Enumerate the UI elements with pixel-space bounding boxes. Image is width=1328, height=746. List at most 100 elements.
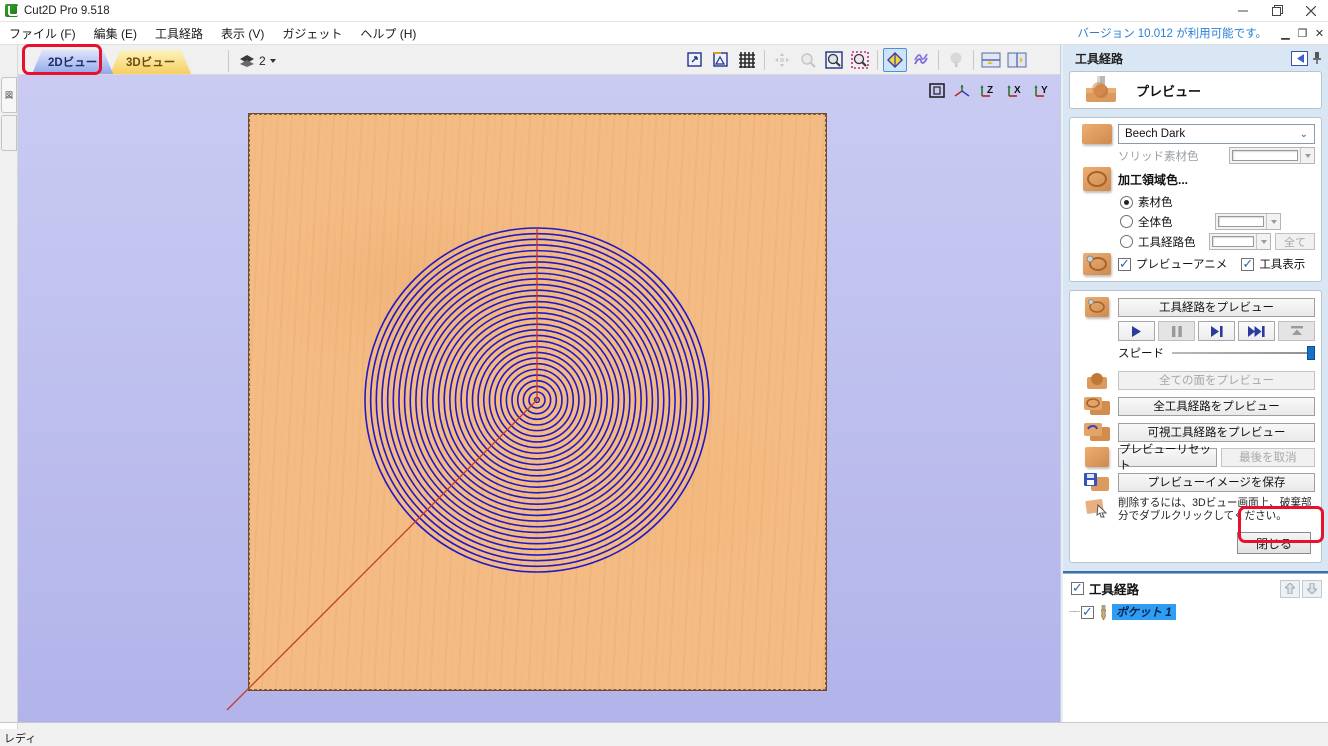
toolbar-separator [877, 50, 878, 70]
zoom-selected-icon[interactable] [848, 48, 872, 72]
app-logo-icon [5, 4, 18, 17]
left-panel-strip: 図 [0, 45, 18, 722]
toolpath-list-checkbox[interactable] [1071, 582, 1084, 595]
speed-slider-handle[interactable] [1307, 346, 1315, 360]
chevron-down-icon [1305, 154, 1311, 158]
view-x-icon[interactable]: X [1005, 83, 1027, 99]
global-color-dropdown[interactable] [1215, 213, 1281, 230]
play-button[interactable] [1118, 321, 1155, 341]
minimize-button[interactable] [1226, 0, 1260, 21]
move-down-button[interactable] [1302, 580, 1322, 598]
speed-slider[interactable] [1172, 352, 1315, 354]
panel-title: 工具経路 [1075, 50, 1123, 67]
preview-all-toolpaths-icon [1082, 395, 1112, 417]
close-window-button[interactable] [1294, 0, 1328, 21]
checkbox-show-tool-label[interactable]: 工具表示 [1259, 256, 1305, 272]
radio-material-color-label[interactable]: 素材色 [1138, 194, 1173, 210]
undo-last-button[interactable]: 最後を取消 [1221, 448, 1315, 467]
menu-gadgets[interactable]: ガジェット [273, 22, 351, 44]
delete-hint-icon [1084, 497, 1110, 519]
zoom-extents-icon[interactable] [683, 48, 707, 72]
main-toolbar [683, 47, 1029, 73]
toolpath-color-dropdown[interactable] [1209, 233, 1271, 250]
preview-title-card: プレビュー [1069, 71, 1322, 109]
material-select[interactable]: Beech Dark ⌄ [1118, 124, 1315, 144]
split-view-vertical-icon[interactable] [1005, 48, 1029, 72]
solid-color-dropdown[interactable] [1229, 147, 1315, 164]
radio-toolpath-color[interactable] [1120, 235, 1133, 248]
preview-all-sides-icon [1084, 369, 1110, 391]
version-update-link[interactable]: バージョン 10.012 が利用可能です。 [1077, 25, 1267, 41]
preview-toolpath-button[interactable]: 工具経路をプレビュー [1118, 298, 1315, 317]
checkbox-preview-anim-label[interactable]: プレビューアニメ [1136, 256, 1227, 272]
checkbox-show-tool[interactable] [1241, 258, 1254, 271]
svg-text:Z: Z [987, 85, 993, 96]
close-button[interactable]: 閉じる [1237, 532, 1311, 554]
move-up-button[interactable] [1280, 580, 1300, 598]
view-orientation-bar: Z X Y [928, 83, 1054, 99]
menu-file[interactable]: ファイル (F) [0, 22, 85, 44]
pan-icon[interactable] [770, 48, 794, 72]
toolbar-separator [938, 50, 939, 70]
ballnose-tool-icon [1084, 76, 1118, 104]
pause-button[interactable] [1158, 321, 1195, 341]
toolbar-separator [973, 50, 974, 70]
end-mill-icon [1099, 605, 1108, 620]
mdi-minimize-icon[interactable]: ▁ [1277, 27, 1294, 40]
layers-count: 2 [259, 54, 266, 68]
toolpath-list-item[interactable]: ┄┄ ポケット 1 [1063, 602, 1328, 622]
preview-visible-toolpaths-icon [1082, 421, 1112, 443]
reset-preview-button[interactable]: プレビューリセット [1118, 448, 1217, 467]
zoom-box-icon[interactable] [822, 48, 846, 72]
restore-button[interactable] [1260, 0, 1294, 21]
auto-hide-icon[interactable] [1291, 51, 1308, 66]
run-to-end-button[interactable] [1278, 321, 1315, 341]
mdi-restore-icon[interactable]: ❐ [1294, 27, 1311, 40]
chevron-down-icon: ⌄ [1300, 129, 1308, 140]
2d-view-canvas[interactable]: Z X Y [18, 75, 1060, 722]
mdi-close-icon[interactable]: ✕ [1311, 27, 1328, 40]
toolbar-separator [764, 50, 765, 70]
toolpath-item-label[interactable]: ポケット 1 [1112, 604, 1176, 620]
split-view-horizontal-icon[interactable] [979, 48, 1003, 72]
view-y-icon[interactable]: Y [1032, 83, 1054, 99]
checkbox-preview-anim[interactable] [1118, 258, 1131, 271]
solid-color-label: ソリッド素材色 [1118, 148, 1199, 164]
toolpath-drawing-mode-icon[interactable] [909, 48, 933, 72]
tab-3d-view[interactable]: 3Dビュー [110, 50, 191, 74]
menu-toolpaths[interactable]: 工具経路 [146, 22, 212, 44]
step-forward-button[interactable] [1198, 321, 1235, 341]
preview-visible-toolpaths-button[interactable]: 可視工具経路をプレビュー [1118, 423, 1315, 442]
toolpaths-panel: 工具経路 プレビュー Beech Dark ⌄ ソリッド素材色 [1063, 45, 1328, 722]
menu-help[interactable]: ヘルプ (H) [351, 22, 425, 44]
menu-view[interactable]: 表示 (V) [212, 22, 273, 44]
radio-global-color-label[interactable]: 全体色 [1138, 214, 1173, 230]
toolpath-item-checkbox[interactable] [1081, 606, 1094, 619]
collapsed-panel-tab[interactable] [1, 115, 17, 151]
toggle-toolpath-visibility-icon[interactable] [883, 48, 907, 72]
collapsed-panel-tab[interactable]: 図 [1, 77, 17, 113]
status-notch [0, 723, 18, 729]
view-z-icon[interactable]: Z [978, 83, 1000, 99]
pin-icon[interactable] [1312, 51, 1322, 65]
solid-preview-icon[interactable] [944, 48, 968, 72]
radio-global-color[interactable] [1120, 215, 1133, 228]
save-preview-image-button[interactable]: プレビューイメージを保存 [1118, 473, 1315, 492]
radio-toolpath-color-label[interactable]: 工具経路色 [1138, 234, 1196, 250]
view-iso-icon[interactable] [951, 83, 973, 99]
layers-dropdown[interactable]: 2 [228, 50, 276, 72]
save-preview-image-icon [1083, 471, 1111, 493]
fast-forward-button[interactable] [1238, 321, 1275, 341]
tab-2d-view[interactable]: 2Dビュー [32, 50, 113, 74]
grid-toggle-icon[interactable] [735, 48, 759, 72]
zoom-to-material-icon[interactable] [709, 48, 733, 72]
view-fit-icon[interactable] [928, 83, 946, 99]
chevron-down-icon [270, 59, 276, 63]
toolpath-svg [18, 75, 1060, 722]
radio-material-color[interactable] [1120, 196, 1133, 209]
preview-all-toolpaths-button[interactable]: 全工具経路をプレビュー [1118, 397, 1315, 416]
preview-all-sides-button[interactable]: 全ての面をプレビュー [1118, 371, 1315, 390]
zoom-interactive-icon[interactable] [796, 48, 820, 72]
menu-edit[interactable]: 編集 (E) [85, 22, 146, 44]
all-toolpath-colors-button[interactable]: 全て [1275, 233, 1315, 250]
